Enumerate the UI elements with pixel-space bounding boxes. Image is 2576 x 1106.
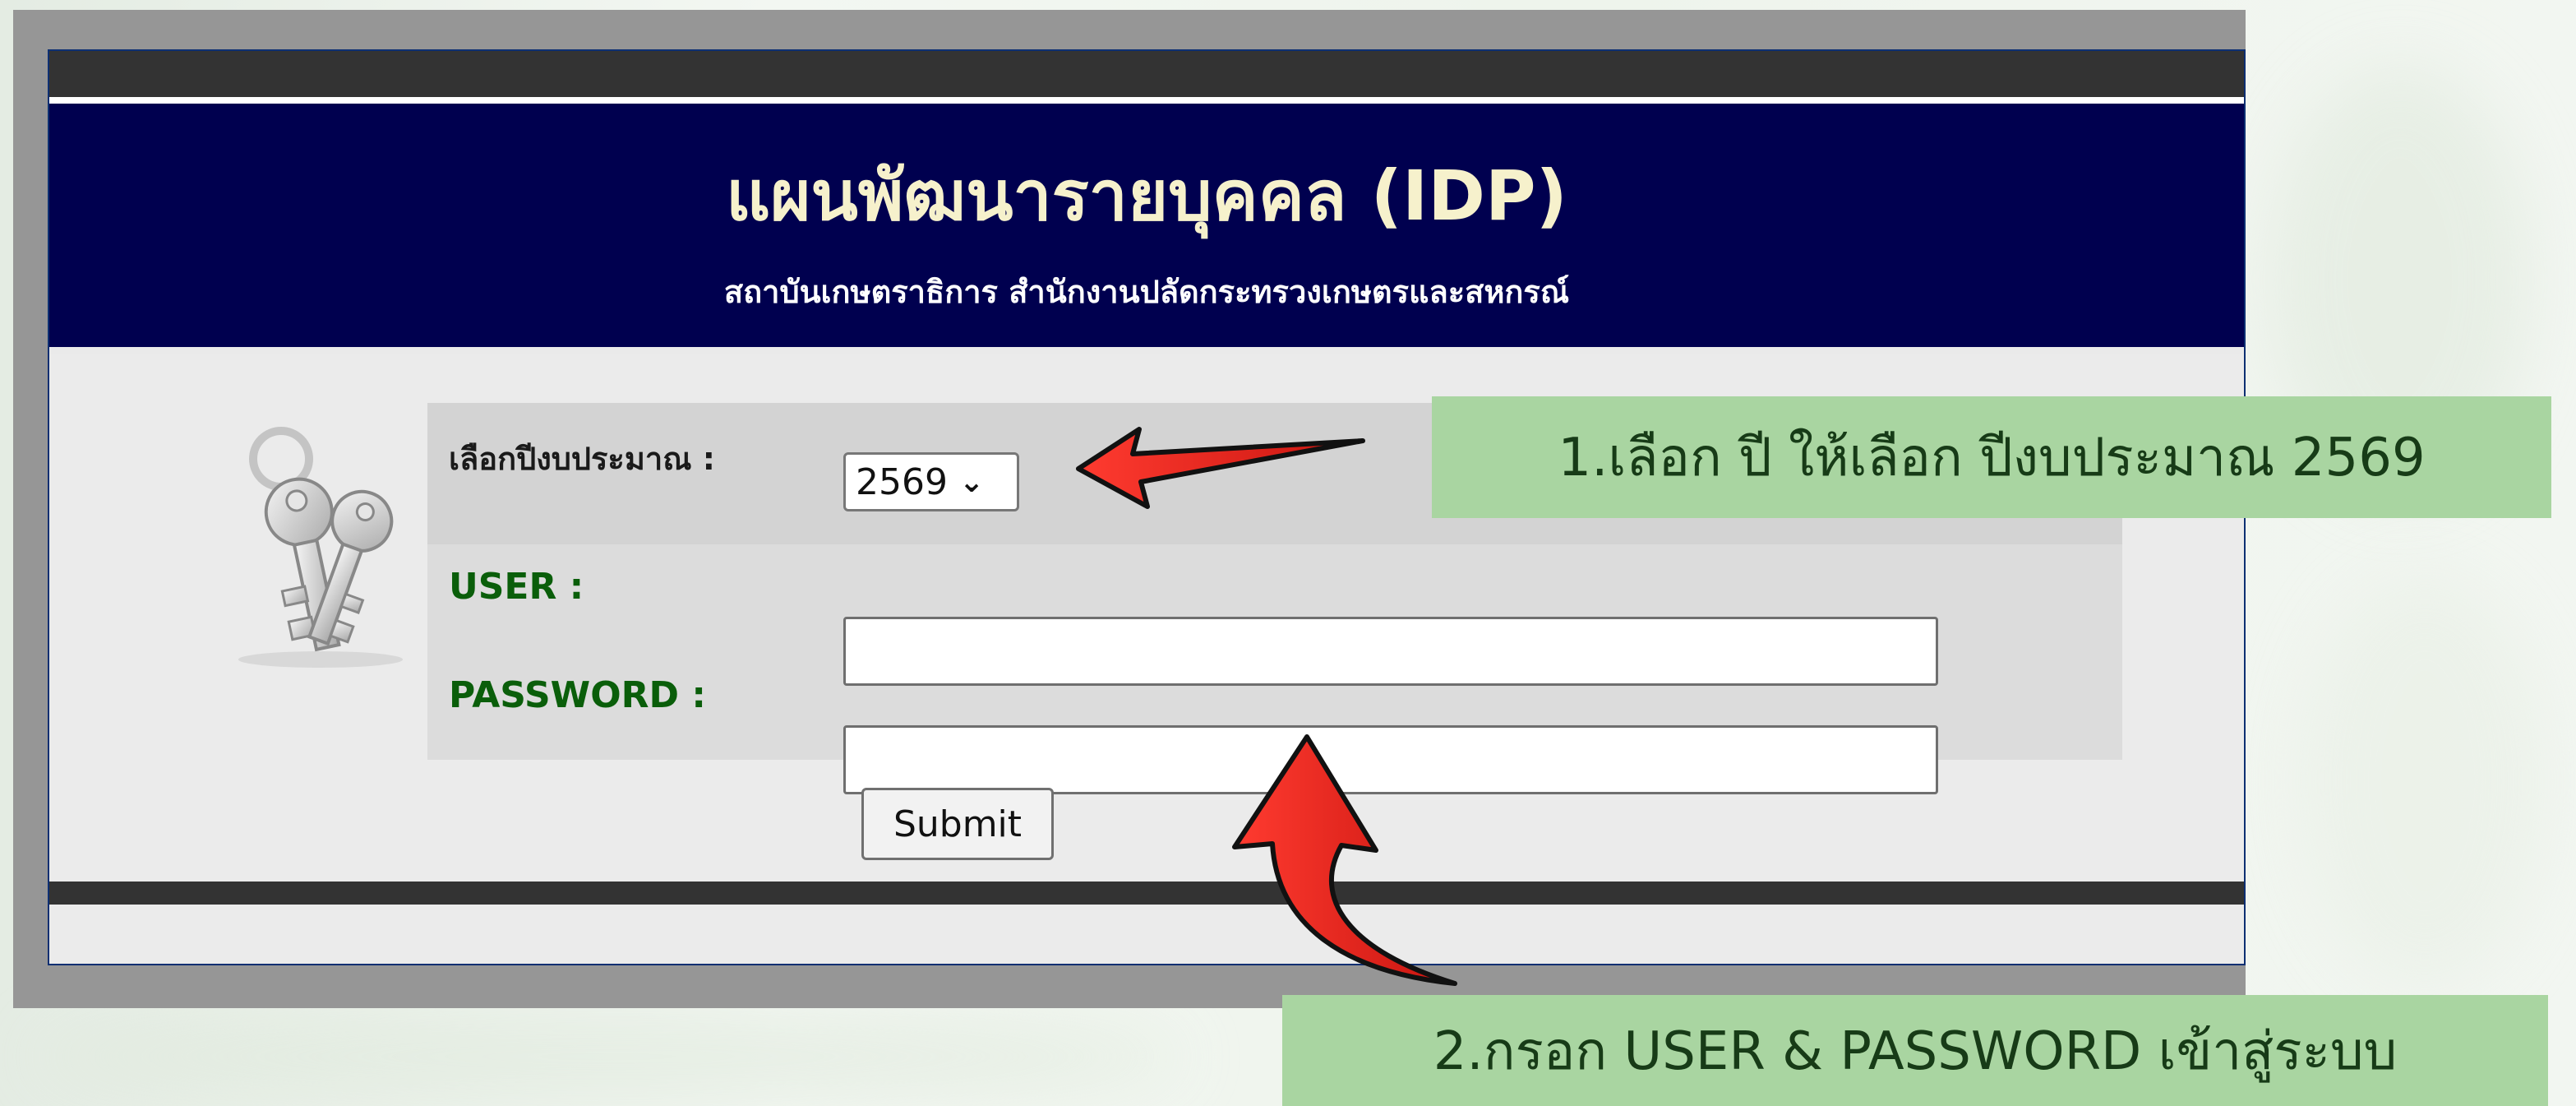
chevron-down-icon: ⌄ [958, 465, 985, 499]
annotation-step2: 2.กรอก USER & PASSWORD เข้าสู่ระบบ [1282, 995, 2548, 1106]
password-input[interactable] [843, 725, 1938, 794]
user-label: USER : [449, 566, 584, 608]
footer-bar [49, 882, 2244, 905]
submit-button[interactable]: Submit [861, 788, 1054, 860]
page-subtitle: สถาบันเกษตราธิการ สำนักงานปลัดกระทรวงเกษ… [723, 274, 1570, 310]
password-label: PASSWORD : [449, 674, 706, 716]
year-label: เลือกปีงบประมาณ : [449, 441, 715, 477]
keys-icon [238, 427, 403, 668]
annotation-step1: 1.เลือก ปี ให้เลือก ปีงบประมาณ 2569 [1432, 396, 2551, 518]
user-input[interactable] [843, 617, 1938, 686]
divider-line [49, 97, 2244, 104]
year-select[interactable]: 2569 ⌄ [843, 452, 1019, 511]
page-title: แผนพัฒนารายบุคคล (IDP) [726, 155, 1567, 236]
year-select-value: 2569 [856, 460, 948, 503]
top-bar [49, 51, 2244, 97]
header-divider [49, 347, 2244, 354]
